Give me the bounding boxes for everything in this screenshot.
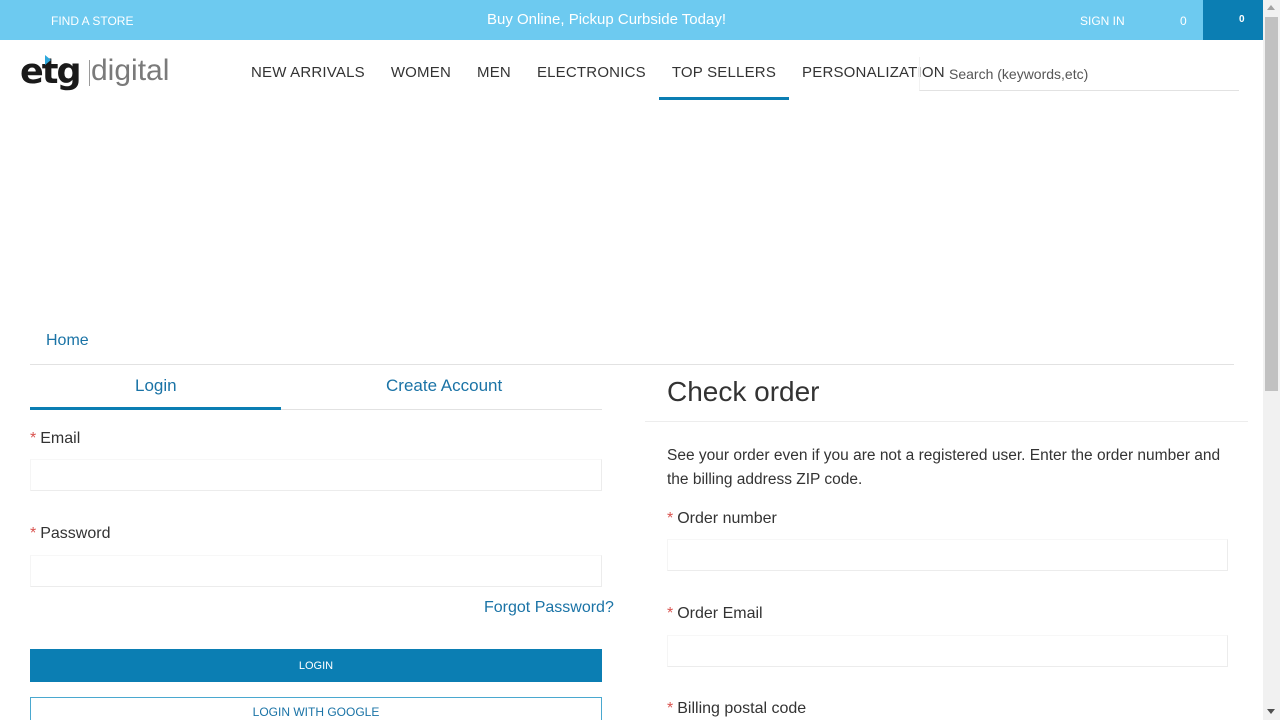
logo-divider	[89, 60, 90, 86]
password-field[interactable]	[31, 556, 601, 586]
order-number-label: * Order number	[667, 510, 777, 528]
tab-create-account[interactable]: Create Account	[386, 376, 502, 396]
password-label: * Password	[30, 525, 110, 543]
password-label-text: Password	[40, 525, 111, 542]
required-mark: *	[30, 525, 37, 542]
nav-men[interactable]: MEN	[464, 62, 524, 100]
breadcrumb-home[interactable]: Home	[46, 332, 89, 350]
required-mark: *	[30, 430, 37, 447]
account-tabs: Login Create Account	[30, 366, 602, 410]
order-email-field[interactable]	[668, 636, 1227, 666]
promo-bar: FIND A STORE Buy Online, Pickup Curbside…	[0, 0, 1263, 40]
sign-in-link[interactable]: SIGN IN	[1080, 14, 1125, 28]
postal-code-label-text: Billing postal code	[677, 700, 807, 717]
order-number-label-text: Order number	[677, 510, 777, 527]
check-order-title: Check order	[667, 376, 820, 407]
nav-electronics[interactable]: ELECTRONICS	[524, 62, 659, 100]
site-logo[interactable]: etg digital	[20, 52, 180, 96]
tab-login[interactable]: Login	[135, 376, 177, 396]
scroll-up-icon[interactable]	[1267, 5, 1275, 10]
cart-button[interactable]: 0	[1203, 0, 1263, 40]
forgot-password-link[interactable]: Forgot Password?	[484, 599, 614, 617]
required-mark: *	[667, 605, 674, 622]
required-mark: *	[667, 510, 674, 527]
logo-suffix: digital	[91, 54, 170, 87]
order-email-label: * Order Email	[667, 605, 763, 623]
nav-women[interactable]: WOMEN	[378, 62, 464, 100]
nav-top-sellers[interactable]: TOP SELLERS	[658, 62, 790, 100]
breadcrumb-divider	[30, 364, 1234, 365]
cart-count: 0	[1239, 14, 1245, 25]
email-label-text: Email	[40, 430, 81, 447]
email-field-wrapper	[30, 459, 602, 491]
active-tab-indicator	[30, 407, 281, 410]
postal-code-label: * Billing postal code	[667, 700, 806, 718]
main-nav: NEW ARRIVALS WOMEN MEN ELECTRONICS TOP S…	[238, 62, 958, 100]
order-number-field-wrapper	[667, 539, 1228, 571]
order-email-label-text: Order Email	[677, 605, 763, 622]
search-box	[919, 57, 1239, 91]
order-email-field-wrapper	[667, 635, 1228, 667]
password-field-wrapper	[30, 555, 602, 587]
required-mark: *	[667, 700, 674, 717]
scroll-down-icon[interactable]	[1267, 709, 1275, 714]
logo-triangle-icon	[45, 55, 51, 65]
nav-new-arrivals[interactable]: NEW ARRIVALS	[238, 62, 378, 100]
check-order-description: See your order even if you are not a reg…	[667, 447, 1221, 488]
login-with-google-button[interactable]: LOGIN WITH GOOGLE	[30, 697, 602, 720]
email-field[interactable]	[31, 460, 601, 490]
scrollbar-thumb[interactable]	[1265, 17, 1278, 391]
order-number-field[interactable]	[668, 540, 1227, 570]
check-order-divider	[645, 421, 1248, 422]
search-input[interactable]	[920, 57, 1239, 90]
login-button[interactable]: LOGIN	[30, 649, 602, 682]
promo-message: Buy Online, Pickup Curbside Today!	[486, 11, 727, 28]
wishlist-count[interactable]: 0	[1180, 14, 1187, 28]
email-label: * Email	[30, 430, 80, 448]
page-scrollbar[interactable]	[1263, 0, 1280, 720]
